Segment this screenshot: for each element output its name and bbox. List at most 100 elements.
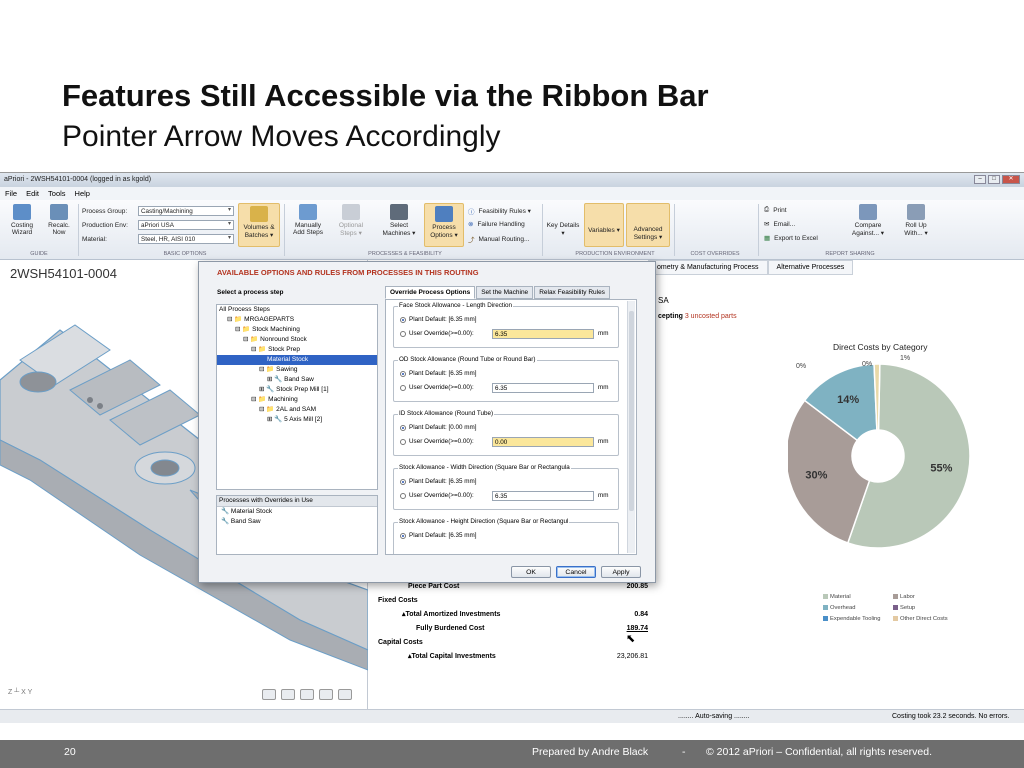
- user-override-option[interactable]: User Override(>=0.00):: [400, 330, 474, 337]
- tab-geometry[interactable]: ometry & Manufacturing Process: [648, 260, 768, 275]
- slide-subtitle: Pointer Arrow Moves Accordingly: [62, 120, 501, 153]
- menu-edit[interactable]: Edit: [26, 187, 39, 200]
- tab-override-process-options[interactable]: Override Process Options: [385, 286, 476, 299]
- override-item[interactable]: 🔧 Material Stock: [217, 507, 377, 517]
- email-label: Email...: [773, 220, 796, 228]
- unit-label: mm: [598, 330, 609, 337]
- email-button[interactable]: ✉ Email...: [764, 220, 796, 229]
- maximize-button[interactable]: □: [988, 175, 1000, 184]
- radio-selected-icon[interactable]: [400, 370, 406, 377]
- menu-file[interactable]: File: [5, 187, 17, 200]
- user-override-option[interactable]: User Override(>=0.00):: [400, 384, 474, 391]
- ok-button[interactable]: OK: [511, 566, 551, 578]
- override-value-input[interactable]: 6.35: [492, 329, 594, 339]
- process-options-button[interactable]: Process Options ▾: [424, 203, 464, 247]
- radio-selected-icon[interactable]: [400, 316, 406, 323]
- print-button[interactable]: ⎙ Print: [764, 206, 787, 214]
- failure-handling-button[interactable]: ⊗ Failure Handling: [468, 220, 525, 229]
- plant-default-option[interactable]: Plant Default: [6.35 mm]: [400, 316, 477, 323]
- overrides-header: Processes with Overrides in Use: [217, 496, 377, 507]
- tree-node[interactable]: All Process Steps: [217, 305, 377, 315]
- tree-node[interactable]: ⊞ 🔧 Stock Prep Mill [1]: [217, 385, 377, 395]
- manually-add-steps-button[interactable]: Manually Add Steps: [290, 204, 326, 236]
- compare-against-button[interactable]: Compare Against... ▾: [846, 204, 890, 237]
- tree-node[interactable]: ⊟ 📁 Stock Prep: [217, 345, 377, 355]
- close-button[interactable]: ✕: [1002, 175, 1020, 184]
- process-group-label: Process Group:: [82, 207, 128, 215]
- process-group-select[interactable]: Casting/Machining: [138, 206, 234, 216]
- view-save-button[interactable]: [319, 689, 333, 700]
- volumes-batches-button[interactable]: Volumes & Batches ▾: [238, 203, 280, 247]
- radio-icon[interactable]: [400, 384, 406, 391]
- roll-up-with-button[interactable]: Roll Up With... ▾: [896, 204, 936, 237]
- tree-node[interactable]: ⊟ 📁 2AL and SAM: [217, 405, 377, 415]
- tree-node[interactable]: ⊟ 📁 Sawing: [217, 365, 377, 375]
- production-env-select[interactable]: aPriori USA: [138, 220, 234, 230]
- cost-row[interactable]: ▴Total Amortized Investments 0.84: [378, 608, 648, 622]
- plant-default-option[interactable]: Plant Default: [6.35 mm]: [400, 532, 477, 539]
- cancel-button[interactable]: Cancel: [556, 566, 596, 578]
- optional-steps-button[interactable]: Optional Steps ▾: [334, 204, 368, 237]
- process-options-icon: [435, 206, 453, 222]
- tab-relax-feasibility-rules[interactable]: Relax Feasibility Rules: [534, 286, 610, 299]
- costing-wizard-button[interactable]: Costing Wizard: [6, 204, 38, 236]
- scroll-thumb[interactable]: [629, 311, 634, 511]
- plant-default-option[interactable]: Plant Default: [0.00 mm]: [400, 424, 477, 431]
- menu-tools[interactable]: Tools: [48, 187, 66, 200]
- tree-node[interactable]: ⊟ 📁 Stock Machining: [217, 325, 377, 335]
- select-machines-button[interactable]: Select Machines ▾: [380, 204, 418, 237]
- manual-routing-button[interactable]: ⤴ Manual Routing...: [468, 234, 529, 245]
- user-override-option[interactable]: User Override(>=0.00):: [400, 438, 474, 445]
- variables-button[interactable]: Variables ▾: [584, 203, 624, 247]
- cost-row[interactable]: ▴Total Capital Investments 23,206.81: [378, 650, 648, 664]
- override-item[interactable]: 🔧 Band Saw: [217, 517, 377, 527]
- process-options-label: Process Options ▾: [430, 224, 458, 239]
- key-details-button[interactable]: Key Details ▾: [546, 214, 580, 237]
- override-value-input[interactable]: 0.00: [492, 437, 594, 447]
- legend-item: Material: [823, 594, 893, 600]
- radio-icon[interactable]: [400, 438, 406, 445]
- view-front-button[interactable]: [262, 689, 276, 700]
- apply-button[interactable]: Apply: [601, 566, 641, 578]
- menu-help[interactable]: Help: [75, 187, 90, 200]
- plant-default-option[interactable]: Plant Default: [6.35 mm]: [400, 370, 477, 377]
- tab-alternative-processes[interactable]: Alternative Processes: [767, 260, 854, 275]
- export-excel-button[interactable]: ▦ Export to Excel: [764, 234, 818, 243]
- tree-node[interactable]: ⊟ 📁 MRGAGEPARTS: [217, 315, 377, 325]
- tree-node[interactable]: ⊟ 📁 Machining: [217, 395, 377, 405]
- slide-title: Features Still Accessible via the Ribbon…: [62, 78, 709, 113]
- view-edit-button[interactable]: [338, 689, 352, 700]
- advanced-settings-button[interactable]: Advanced Settings ▾: [626, 203, 670, 247]
- user-override-option[interactable]: User Override(>=0.00):: [400, 492, 474, 499]
- radio-selected-icon[interactable]: [400, 424, 406, 431]
- radio-icon[interactable]: [400, 492, 406, 499]
- recalc-icon: [50, 204, 68, 220]
- feasibility-rules-button[interactable]: ⓘ Feasibility Rules ▾: [468, 206, 531, 216]
- status-bar: ........ Auto-saving ........ Costing to…: [0, 709, 1024, 723]
- uncosted-link[interactable]: 3 uncosted parts: [685, 313, 737, 320]
- radio-selected-icon[interactable]: [400, 532, 406, 539]
- tab-set-the-machine[interactable]: Set the Machine: [476, 286, 534, 299]
- override-value-input[interactable]: 6.35: [492, 491, 594, 501]
- tree-node[interactable]: ⊞ 🔧 5 Axis Mill [2]: [217, 415, 377, 425]
- unit-label: mm: [598, 438, 609, 445]
- machine-icon: [390, 204, 408, 220]
- options-scrollbar[interactable]: [627, 301, 635, 553]
- production-env-row: Production Env: aPriori USA: [82, 220, 234, 230]
- radio-icon[interactable]: [400, 330, 406, 337]
- tree-node[interactable]: ⊞ 🔧 Band Saw: [217, 375, 377, 385]
- minimize-button[interactable]: –: [974, 175, 986, 184]
- tree-node[interactable]: ⊟ 📁 Nonround Stock: [217, 335, 377, 345]
- plant-default-option[interactable]: Plant Default: [6.35 mm]: [400, 478, 477, 485]
- process-step-tree[interactable]: All Process Steps ⊟ 📁 MRGAGEPARTS ⊟ 📁 Stoc…: [216, 304, 378, 490]
- menu-bar: File Edit Tools Help: [0, 187, 1024, 200]
- tree-node[interactable]: Material Stock: [217, 355, 377, 365]
- recalc-button[interactable]: Recalc. Now: [44, 204, 74, 236]
- view-grid-button[interactable]: [281, 689, 295, 700]
- zoom-button[interactable]: [300, 689, 314, 700]
- option-legend: Stock Allowance - Width Direction (Squar…: [398, 464, 571, 471]
- radio-selected-icon[interactable]: [400, 478, 406, 485]
- legend-label: Labor: [900, 594, 915, 601]
- material-select[interactable]: Steel, HR, AISI 010: [138, 234, 234, 244]
- override-value-input[interactable]: 6.35: [492, 383, 594, 393]
